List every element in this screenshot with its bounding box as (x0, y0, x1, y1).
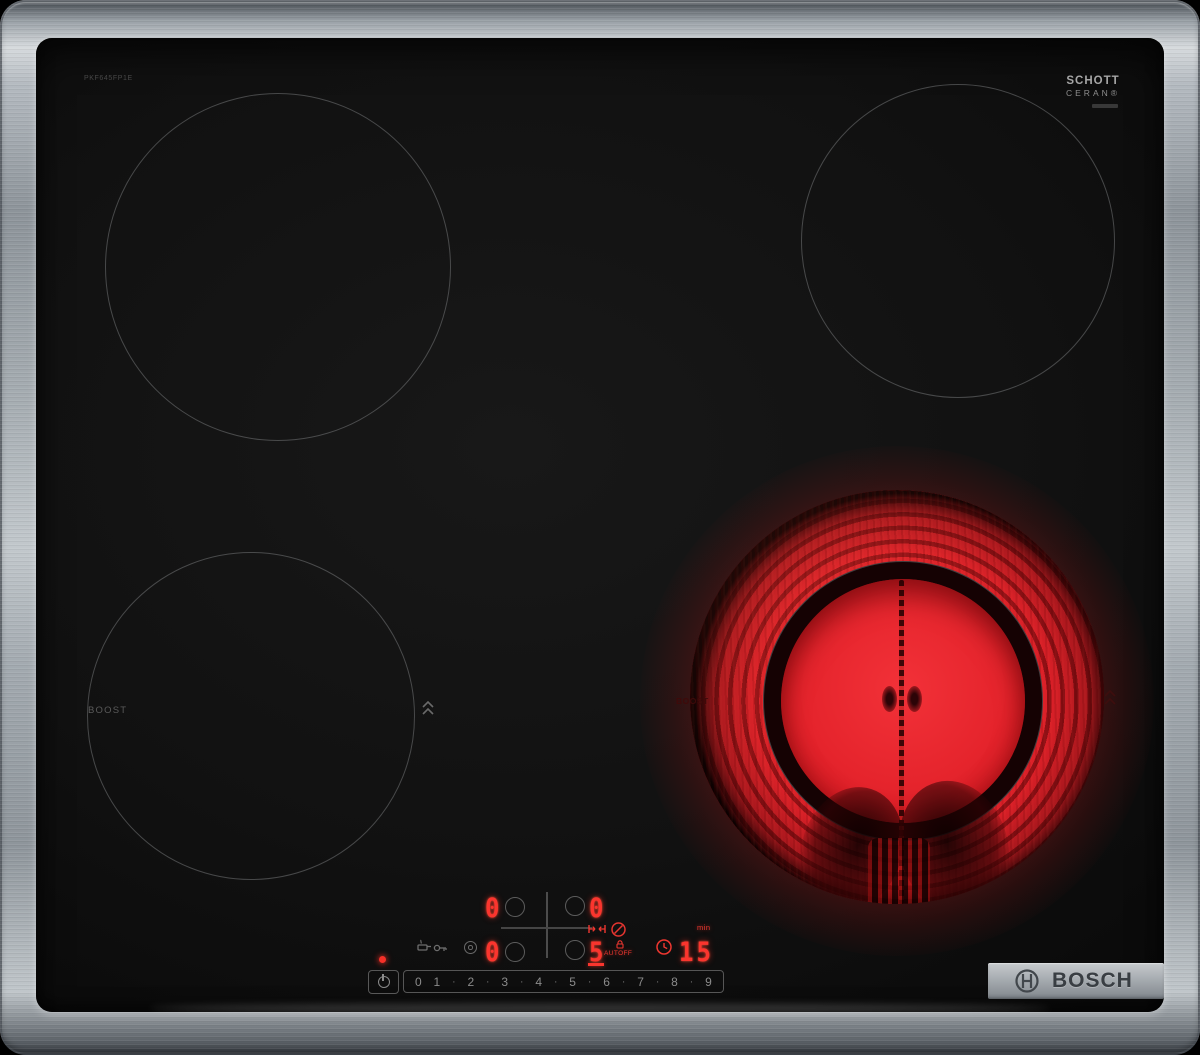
child-lock-key-icon[interactable] (433, 941, 448, 955)
bosch-badge: BOSCH (988, 963, 1164, 999)
timer-display: 15 (679, 936, 714, 968)
slider-number-0[interactable]: 0 (415, 975, 422, 989)
zone-select-rear-right[interactable] (565, 896, 585, 916)
residual-heat-indicator-dot (379, 956, 386, 963)
cooktop: PKF645FP1E SCHOTT CERAN® BOOST BOOST 0 0… (0, 0, 1200, 1055)
schott-tagline-mark (1092, 103, 1118, 108)
slider-number-2[interactable]: 2 (467, 975, 474, 989)
schott-line1: SCHOTT (1066, 75, 1120, 87)
auto-off-label: AUTOFF (604, 950, 633, 957)
pan-heat-icon[interactable] (415, 937, 432, 955)
zone-rear-left (105, 93, 451, 441)
frame-reflection-glow (150, 1004, 1050, 1013)
slider-number-4[interactable]: 4 (535, 975, 542, 989)
element-center-dot (882, 686, 897, 712)
model-label: PKF645FP1E (84, 75, 133, 82)
slider-dot: · (621, 975, 626, 988)
slider-number-8[interactable]: 8 (671, 975, 678, 989)
slider-number-3[interactable]: 3 (501, 975, 508, 989)
timer-clock-icon[interactable] (655, 938, 673, 956)
display-front-left: 0 (485, 936, 500, 968)
slider-dot: · (485, 975, 490, 988)
slider-dot: · (655, 975, 660, 988)
dual-zone-chevron-icon (1104, 689, 1116, 705)
bosch-armature-icon (1015, 969, 1039, 993)
display-rear-right: 0 (589, 892, 604, 924)
bridge-zones-icon (588, 925, 606, 933)
power-button[interactable] (368, 970, 399, 994)
zone-select-front-right[interactable] (565, 940, 585, 960)
schott-ceran-logo: SCHOTT CERAN® (1066, 75, 1120, 108)
zone-front-left (87, 552, 415, 880)
zone-front-right-hot (690, 490, 1104, 904)
zone-rear-right (801, 84, 1115, 398)
slider-number-9[interactable]: 9 (705, 975, 712, 989)
slider-dot: · (689, 975, 694, 988)
slider-dot: · (587, 975, 592, 988)
panel-cross-vertical (546, 892, 548, 958)
zone-select-front-left[interactable] (505, 942, 525, 962)
element-center-dot (907, 686, 922, 712)
display-front-right: 5 (589, 936, 604, 968)
slider-dot: · (451, 975, 456, 988)
power-icon (377, 974, 390, 988)
dual-circuit-icon[interactable] (464, 941, 477, 954)
lock-icon (616, 940, 624, 949)
boost-label-front-left: BOOST (88, 705, 128, 716)
element-terminal-column (868, 838, 930, 904)
zone-select-rear-left[interactable] (505, 897, 525, 917)
display-rear-left: 0 (485, 892, 500, 924)
boost-label-front-right: BOOST (676, 696, 709, 706)
selected-zone-underline (588, 963, 604, 966)
dual-zone-chevron-icon (422, 700, 434, 715)
slider-number-6[interactable]: 6 (603, 975, 610, 989)
schott-line2: CERAN® (1066, 87, 1121, 98)
slider-dot: · (519, 975, 524, 988)
power-level-slider[interactable]: 0 1 · 2 · 3 · 4 · 5 · 6 · 7 · 8 · 9 (403, 970, 724, 993)
slider-dot: · (553, 975, 558, 988)
slider-number-7[interactable]: 7 (637, 975, 644, 989)
bosch-logo-text: BOSCH (1052, 969, 1133, 992)
auto-off-icon (611, 922, 626, 937)
panel-cross-horizontal (501, 927, 592, 929)
slider-number-5[interactable]: 5 (569, 975, 576, 989)
slider-number-1[interactable]: 1 (433, 975, 440, 989)
timer-unit-label: min (697, 923, 711, 932)
